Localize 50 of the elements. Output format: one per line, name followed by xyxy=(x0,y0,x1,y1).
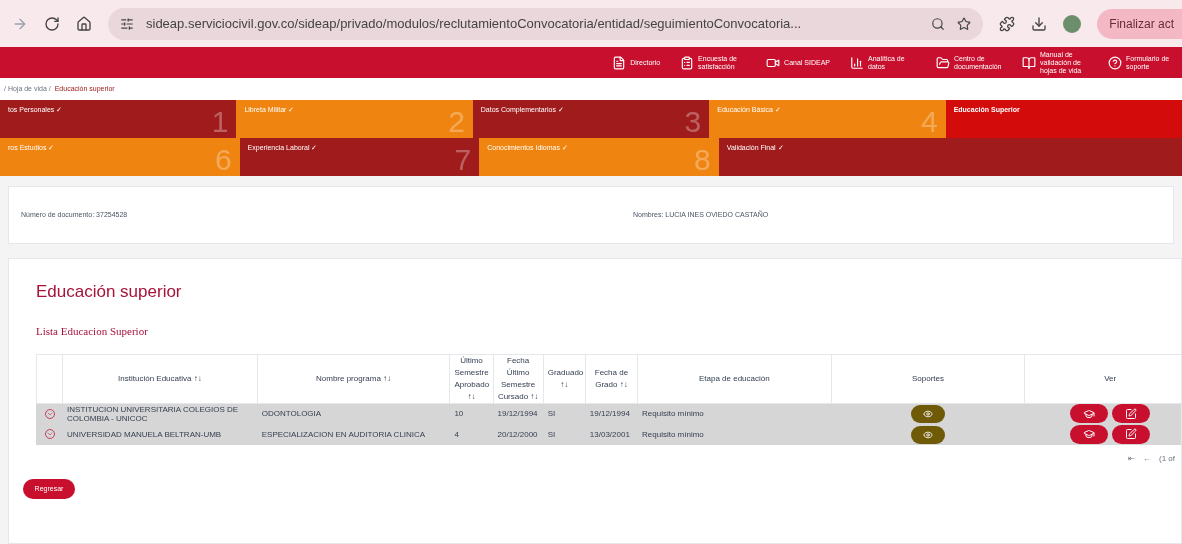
table-cell: 4 xyxy=(449,424,494,445)
page-indicator: (1 of xyxy=(1159,453,1175,465)
first-page-button[interactable]: ⇤ xyxy=(1128,453,1135,465)
column-header[interactable]: Etapa de educación xyxy=(637,354,832,403)
home-icon[interactable] xyxy=(76,15,92,32)
graduation-cap-icon xyxy=(1083,407,1096,420)
table-cell: SI xyxy=(543,424,586,445)
column-header[interactable]: Fecha Último Semestre Cursado ↑↓ xyxy=(493,354,544,403)
site-settings-icon[interactable] xyxy=(120,16,134,31)
edit-icon xyxy=(1125,428,1138,441)
document-icon xyxy=(612,55,627,70)
zoom-icon[interactable] xyxy=(931,16,946,31)
view-support-button[interactable] xyxy=(911,425,945,444)
address-bar[interactable]: sideap.serviciocivil.gov.co/sideap/privado/modulos/reclutamientoConvocatoria/entidad/seguimientoConvocatoria... xyxy=(108,7,984,40)
column-header[interactable]: Último Semestre Aprobado ↑↓ xyxy=(449,354,494,403)
extensions-icon[interactable] xyxy=(999,15,1016,32)
edit-button[interactable] xyxy=(1112,404,1151,423)
profile-icon[interactable] xyxy=(1063,14,1082,33)
column-header[interactable]: Institución Educativa ↑↓ xyxy=(62,354,258,403)
book-icon xyxy=(1022,55,1036,70)
column-header[interactable]: Soportes xyxy=(831,354,1025,403)
education-detail-button[interactable] xyxy=(1070,424,1109,444)
edit-icon xyxy=(1125,407,1138,420)
table-cell: UNIVERSIDAD MANUELA BELTRAN-UMB xyxy=(62,424,258,445)
view-support-button[interactable] xyxy=(911,404,945,423)
bookmark-icon[interactable] xyxy=(957,16,972,31)
column-header[interactable]: Nombre programa ↑↓ xyxy=(257,354,450,403)
download-icon[interactable] xyxy=(1031,15,1048,32)
section-title: Educación superior xyxy=(36,281,183,303)
help-icon xyxy=(1108,55,1122,70)
column-header[interactable]: Ver xyxy=(1024,354,1181,403)
reload-icon[interactable] xyxy=(44,15,60,32)
folder-icon xyxy=(936,55,950,70)
section-subtitle: Lista Educacion Superior xyxy=(36,324,149,339)
column-header[interactable]: Graduado ↑↓ xyxy=(543,354,586,403)
finish-update-button[interactable]: Finalizar act xyxy=(1097,8,1182,39)
graduation-cap-icon xyxy=(1083,428,1096,441)
table-cell: 13/03/2001 xyxy=(585,424,638,445)
table-cell: ESPECIALIZACION EN AUDITORIA CLINICA xyxy=(257,424,450,445)
table-cell: Requisito mínimo xyxy=(637,424,832,445)
table-cell: 20/12/2000 xyxy=(493,424,544,445)
education-detail-button[interactable] xyxy=(1070,404,1109,423)
eye-icon xyxy=(923,429,933,440)
column-header[interactable]: Fecha de Grado ↑↓ xyxy=(585,354,638,403)
clipboard-icon xyxy=(680,55,695,70)
edit-button[interactable] xyxy=(1112,424,1151,444)
eye-icon xyxy=(923,408,933,419)
chart-icon xyxy=(850,55,864,70)
url-text: sideap.serviciocivil.gov.co/sideap/privado/modulos/reclutamientoConvocatoria/entidad/seguimientoConvocatoria... xyxy=(146,14,803,33)
previous-page-button[interactable]: ← xyxy=(1143,453,1151,465)
